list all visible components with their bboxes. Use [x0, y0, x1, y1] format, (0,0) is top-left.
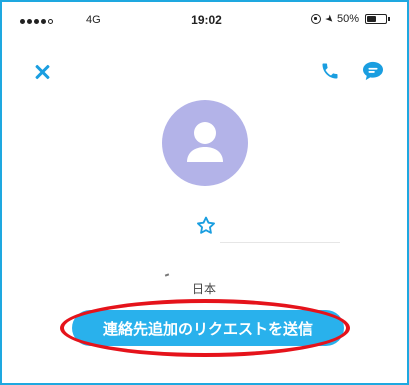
battery-percent: 50%: [336, 13, 359, 25]
decorative-mark: [164, 273, 170, 277]
chat-icon[interactable]: [362, 61, 384, 81]
status-indicators: ➤ 50%: [310, 12, 390, 26]
profile-country: 日本: [192, 282, 217, 296]
orientation-lock-icon: [310, 14, 321, 24]
screen-frame: 4G 19:02 ➤ 50% 日本 連絡先追加のリクエストを送信: [0, 0, 409, 385]
divider: [220, 242, 340, 243]
avatar: [162, 100, 248, 186]
close-icon[interactable]: [34, 64, 50, 80]
battery-icon: [365, 14, 390, 24]
location-arrow-icon: ➤: [321, 12, 336, 26]
status-bar: 4G 19:02 ➤ 50%: [4, 4, 409, 38]
send-contact-request-button[interactable]: 連絡先追加のリクエストを送信: [72, 310, 344, 346]
send-contact-request-label: 連絡先追加のリクエストを送信: [102, 319, 313, 338]
person-icon: [187, 122, 223, 162]
favorite-star-icon[interactable]: [195, 215, 217, 237]
phone-call-icon[interactable]: [320, 61, 340, 81]
